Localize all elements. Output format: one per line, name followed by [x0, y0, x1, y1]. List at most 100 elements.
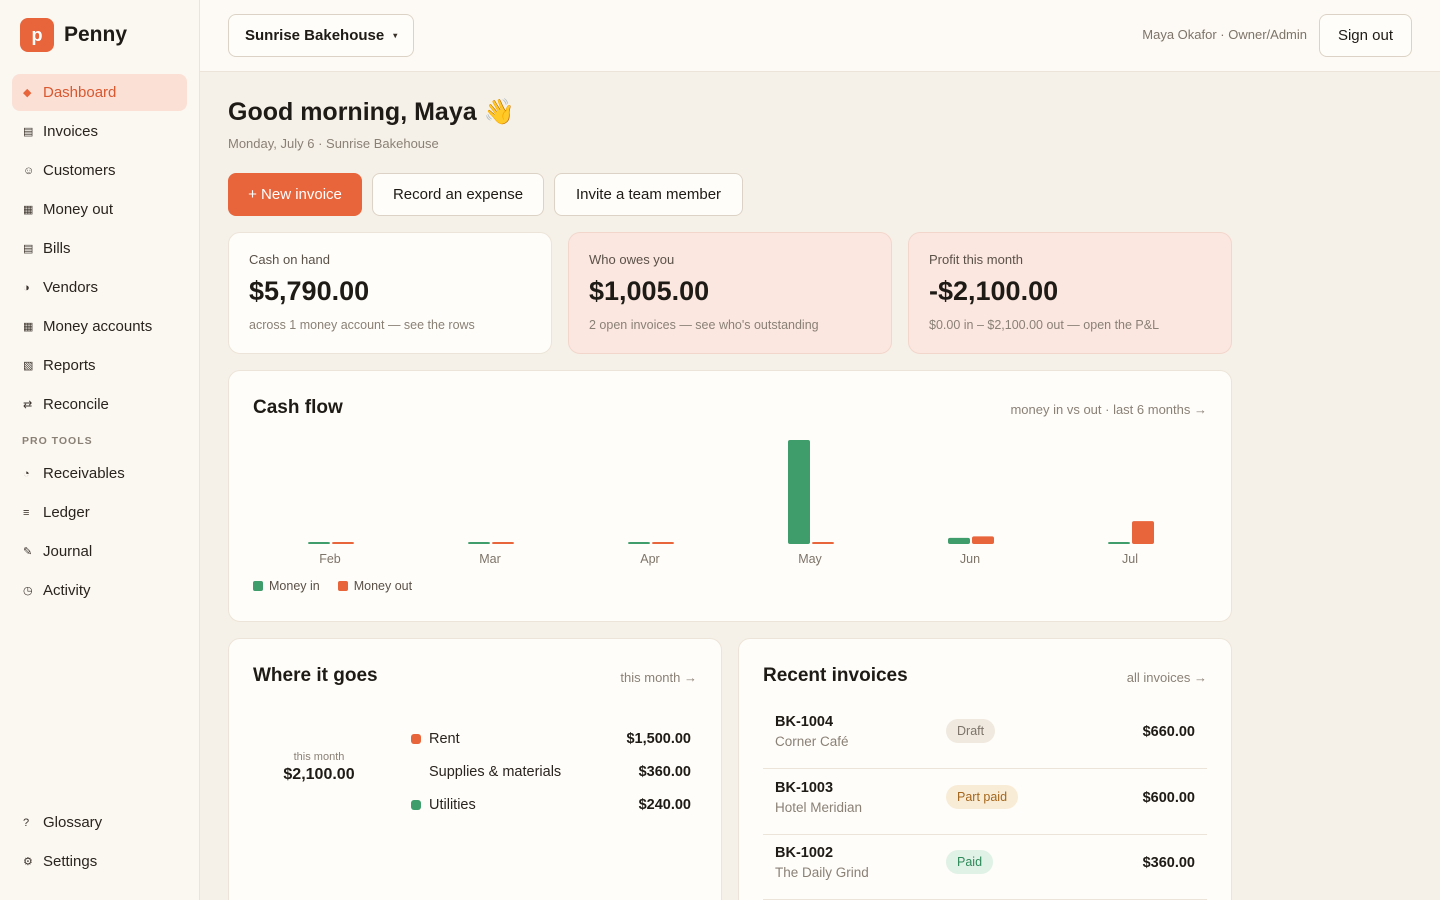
page-subtitle: Monday, July 6 · Sunrise Bakehouse	[228, 136, 439, 151]
bar-money-out-may	[812, 542, 834, 544]
invoice-customer: Corner Café	[775, 734, 849, 749]
category-amount: $240.00	[638, 797, 691, 813]
status-badge: Part paid	[946, 784, 1019, 809]
invoice-amount: $660.00	[1142, 724, 1195, 740]
sidebar-item-money-out[interactable]: ▦ Money out	[12, 191, 187, 228]
sidebar-item-glossary[interactable]: ? Glossary	[12, 804, 187, 841]
record-expense-button[interactable]: Record an expense	[372, 173, 544, 216]
brand-logo-icon: p	[20, 18, 54, 52]
spend-total: this month $2,100.00	[253, 751, 385, 784]
sidebar-item-money-accounts[interactable]: ▦ Money accounts	[12, 308, 187, 345]
sidebar-item-label: Activity	[43, 582, 91, 599]
stat-card-cash[interactable]: Cash on hand $5,790.00 across 1 money ac…	[228, 232, 552, 354]
sidebar-item-settings[interactable]: ⚙ Settings	[12, 843, 187, 880]
category-color-swatch	[411, 734, 421, 744]
sidebar-item-activity[interactable]: ◷ Activity	[12, 572, 187, 609]
sidebar-item-label: Ledger	[43, 504, 90, 521]
invoice-row[interactable]: BK-1002 The Daily Grind Paid $360.00	[763, 835, 1207, 900]
sign-out-button[interactable]: Sign out	[1319, 14, 1412, 57]
sidebar-item-customers[interactable]: ☺ Customers	[12, 152, 187, 189]
sidebar-item-receivables[interactable]: ◔ Receivables	[12, 455, 187, 492]
sidebar-item-label: Glossary	[43, 814, 103, 831]
sidebar-nav: ◆ Dashboard ▤ Invoices ☺ Customers ▦ Money out ▤…	[12, 74, 187, 611]
sidebar-item-reports[interactable]: ▧ Reports	[12, 347, 187, 384]
sidebar-item-label: Invoices	[43, 123, 99, 140]
legend-label: Money out	[353, 579, 413, 593]
sidebar-item-label: Money accounts	[43, 318, 153, 335]
sidebar-item-label: Receivables	[43, 465, 125, 482]
category-name: Supplies & materials	[429, 764, 562, 780]
brand-name: Penny	[64, 23, 128, 46]
bar-money-in-feb	[308, 542, 330, 544]
bar-money-out-jul	[1132, 521, 1154, 544]
sidebar-item-label: Vendors	[43, 279, 99, 296]
user-label: Maya Okafor · Owner/Admin	[1142, 27, 1307, 42]
stat-value: $1,005.00	[589, 276, 710, 306]
sidebar-item-invoices[interactable]: ▤ Invoices	[12, 113, 187, 150]
business-select[interactable]: Sunrise Bakehouse ▾	[228, 14, 414, 57]
bar-money-in-mar	[468, 542, 490, 544]
cash-flow-card: Cash flow money in vs out · last 6 month…	[228, 370, 1232, 622]
sidebar-item-label: Reports	[43, 357, 96, 374]
category-name: Utilities	[429, 797, 476, 813]
x-tick-label: Mar	[479, 552, 501, 566]
category-color-swatch	[411, 800, 421, 810]
spend-category-row: Supplies & materials $360.00	[411, 762, 691, 782]
sidebar-item-dashboard[interactable]: ◆ Dashboard	[12, 74, 187, 111]
report-icon: ▧	[23, 360, 34, 372]
invoice-row[interactable]: BK-1003 Hotel Meridian Part paid $600.00	[763, 770, 1207, 835]
invoice-row[interactable]: BK-1004 Corner Café Draft $660.00	[763, 704, 1207, 769]
journal-icon: ✎	[23, 546, 33, 558]
category-color-swatch	[411, 767, 421, 777]
legend-item-money-in: Money in	[253, 579, 320, 593]
invoice-number: BK-1002	[775, 845, 834, 861]
bank-icon: ▦	[23, 321, 34, 333]
chevron-down-icon: ▾	[393, 31, 398, 40]
status-badge: Paid	[946, 850, 994, 874]
topbar: Sunrise Bakehouse ▾ Maya Okafor · Owner/…	[200, 0, 1440, 72]
invite-member-button[interactable]: Invite a team member	[554, 173, 743, 216]
legend-label: Money in	[269, 579, 320, 593]
stat-card-receivables[interactable]: Who owes you $1,005.00 2 open invoices —…	[568, 232, 892, 354]
stat-note: across 1 money account — see the rows	[249, 318, 475, 332]
all-invoices-link[interactable]: all invoices →	[1127, 670, 1207, 685]
new-invoice-button[interactable]: + New invoice	[228, 173, 362, 216]
sidebar-item-journal[interactable]: ✎ Journal	[12, 533, 187, 570]
bill-icon: ▤	[23, 243, 34, 255]
where-it-goes-card: Where it goes this month → this month $2…	[228, 638, 722, 900]
sidebar: p Penny ◆ Dashboard ▤ Invoices ☺ Customers ▦ Mo…	[0, 0, 200, 900]
x-tick-label: May	[798, 552, 822, 566]
invoice-amount: $360.00	[1142, 855, 1195, 871]
sidebar-item-label: Bills	[43, 240, 71, 257]
stat-label: Profit this month	[929, 252, 1023, 267]
diamond-icon: ◆	[23, 87, 32, 99]
spend-total-value: $2,100.00	[283, 766, 355, 783]
ledger-icon: ≡	[23, 506, 30, 519]
category-name: Rent	[429, 731, 460, 747]
stat-label: Who owes you	[589, 252, 675, 267]
x-tick-label: Jun	[960, 552, 980, 566]
stat-label: Cash on hand	[249, 252, 330, 267]
glossary-icon: ?	[23, 816, 30, 829]
bar-money-out-mar	[492, 542, 514, 544]
recent-invoices-card: Recent invoices all invoices → BK-1004 Co…	[738, 638, 1232, 900]
sidebar-item-bills[interactable]: ▤ Bills	[12, 230, 187, 267]
sidebar-item-vendors[interactable]: ◑ Vendors	[12, 269, 187, 306]
brand[interactable]: p Penny	[20, 18, 127, 52]
sidebar-bottom-nav: ? Glossary ⚙ Settings	[12, 804, 187, 882]
invoice-amount: $600.00	[1142, 789, 1195, 806]
x-tick-label: Apr	[640, 552, 659, 566]
stat-card-profit[interactable]: Profit this month -$2,100.00 $0.00 in – …	[908, 232, 1232, 354]
sidebar-item-label: Journal	[43, 543, 93, 560]
where-it-goes-link[interactable]: this month →	[620, 670, 697, 685]
sidebar-item-label: Dashboard	[43, 84, 117, 101]
legend-swatch-money-in	[253, 581, 263, 591]
invoice-number: BK-1003	[775, 779, 834, 796]
nav-section-pro-tools: PRO TOOLS	[22, 435, 93, 447]
money-out-icon: ▦	[23, 204, 34, 216]
card-title: Recent invoices	[763, 665, 908, 686]
bar-money-in-may	[788, 440, 810, 544]
customer-icon: ☺	[23, 164, 35, 177]
sidebar-item-reconcile[interactable]: ⇄ Reconcile	[12, 386, 187, 423]
sidebar-item-ledger[interactable]: ≡ Ledger	[12, 494, 187, 531]
